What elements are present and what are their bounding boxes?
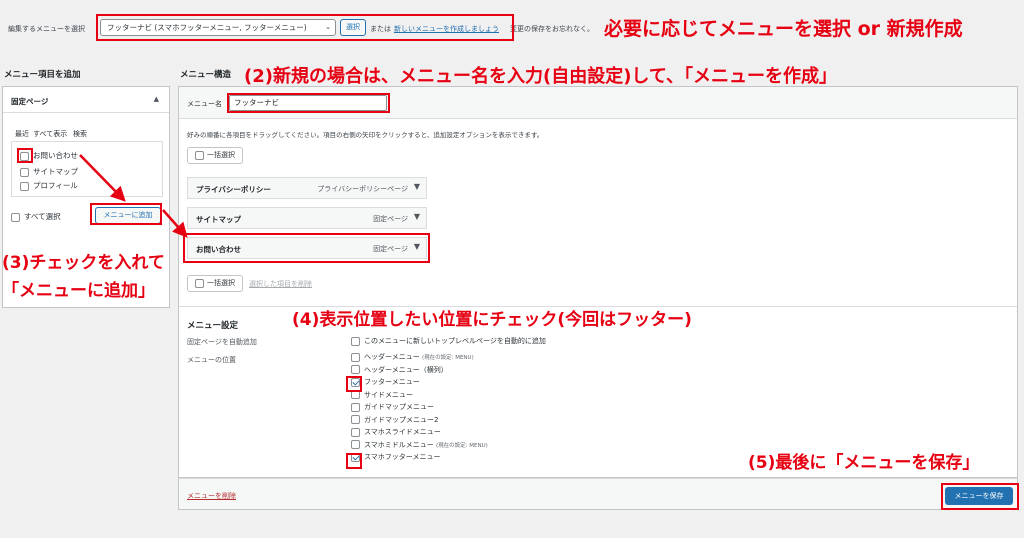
select-menu-label: 編集するメニューを選択 <box>8 25 85 33</box>
checkbox[interactable] <box>20 167 29 177</box>
annotation-step4: (4)表示位置したい位置にチェック(今回はフッター) <box>292 310 692 330</box>
checkbox[interactable] <box>11 212 20 222</box>
tab-search[interactable]: 検索 <box>73 129 87 139</box>
checkbox <box>195 278 204 288</box>
select-all-option[interactable]: すべて選択 <box>11 211 61 222</box>
menu-location-label: メニューの位置 <box>187 356 236 364</box>
add-menu-items-heading: メニュー項目を追加 <box>4 70 81 80</box>
location-header-menu-row[interactable]: ヘッダーメニュー（横列） <box>351 365 448 375</box>
menu-item-title: サイトマップ <box>196 215 241 224</box>
menu-name-label: メニュー名 <box>187 100 222 108</box>
pages-section-title: 固定ページ <box>11 97 49 106</box>
location-phone-middle-menu[interactable]: スマホミドルメニュー (現在の設定: MENU) <box>351 440 488 450</box>
save-reminder-text: 変更の保存をお忘れなく。 <box>510 25 594 33</box>
drag-instructions: 好みの順番に各項目をドラッグしてください。項目の右側の矢印をクリックすると、追加… <box>187 131 544 139</box>
page-option-profile[interactable]: プロフィール <box>20 180 78 191</box>
location-phone-slide-menu[interactable]: スマホスライドメニュー <box>351 427 441 437</box>
checkbox[interactable] <box>351 415 360 424</box>
checkbox[interactable] <box>351 352 360 362</box>
annotation-step5: (5)最後に「メニューを保存」 <box>748 453 980 473</box>
checkbox[interactable] <box>351 336 360 346</box>
annotation-step3-line1: (3)チェックを入れて <box>2 253 165 273</box>
location-guide-map-menu-2[interactable]: ガイドマップメニュー2 <box>351 415 438 425</box>
tab-recent[interactable]: 最近 <box>15 129 29 139</box>
menu-item-type: プライバシーポリシーページ <box>317 185 408 193</box>
menu-item-privacy[interactable]: プライバシーポリシー プライバシーポリシーページ ▼ <box>187 177 427 199</box>
annotation-step1: 必要に応じてメニューを選択 or 新規作成 <box>604 18 963 40</box>
checkbox[interactable] <box>20 181 29 191</box>
annotation-box-save-button <box>941 483 1019 510</box>
annotation-box-phone-footer-checkbox <box>346 453 362 469</box>
page-option-sitemap[interactable]: サイトマップ <box>20 166 78 177</box>
menu-structure-panel: メニュー名 フッターナビ 好みの順番に各項目をドラッグしてください。項目の右側の… <box>178 86 1018 308</box>
location-list: ヘッダーメニュー (現在の設定: MENU) ヘッダーメニュー（横列） フッター… <box>351 352 651 472</box>
annotation-box-contact-checkbox <box>17 148 33 163</box>
menu-item-type: 固定ページ <box>373 215 408 223</box>
auto-add-label: 固定ページを自動追加 <box>187 338 257 346</box>
menu-settings-heading: メニュー設定 <box>187 321 239 331</box>
menu-item-title: プライバシーポリシー <box>196 185 271 194</box>
checkbox[interactable] <box>351 427 360 437</box>
expand-arrow-icon[interactable]: ▼ <box>414 212 420 221</box>
annotation-box-contact-item <box>183 233 430 263</box>
bulk-select-button-bottom[interactable]: 一括選択 <box>187 275 243 292</box>
annotation-step2: (2)新規の場合は、メニュー名を入力(自由設定)して、「メニューを作成」 <box>244 66 837 87</box>
annotation-box-menu-select <box>96 14 514 41</box>
menu-item-sitemap[interactable]: サイトマップ 固定ページ ▼ <box>187 207 427 229</box>
bulk-select-button[interactable]: 一括選択 <box>187 147 243 164</box>
checkbox[interactable] <box>351 402 360 412</box>
tab-view-all[interactable]: すべて表示 <box>33 129 67 139</box>
annotation-box-menu-name <box>227 93 390 113</box>
location-header-menu[interactable]: ヘッダーメニュー (現在の設定: MENU) <box>351 352 474 362</box>
checkbox[interactable] <box>351 365 360 374</box>
annotation-box-add-button <box>90 203 162 225</box>
annotation-step3-line2: 「メニューに追加」 <box>2 281 155 301</box>
checkbox[interactable] <box>351 440 360 449</box>
checkbox <box>195 150 204 160</box>
location-guide-map-menu[interactable]: ガイドマップメニュー <box>351 402 434 412</box>
pages-panel: 固定ページ ▲ 最近 すべて表示 検索 お問い合わせ サイトマップ プロフィール… <box>2 86 170 308</box>
collapse-arrow-icon[interactable]: ▲ <box>154 95 159 103</box>
menu-structure-heading: メニュー構造 <box>180 70 232 80</box>
expand-arrow-icon[interactable]: ▼ <box>414 182 420 191</box>
pages-list-box: お問い合わせ サイトマップ プロフィール <box>11 141 163 197</box>
remove-selected-link[interactable]: 選択した項目を削除 <box>249 279 312 289</box>
menu-footer-bar: メニューを削除 メニューを保存 <box>178 478 1018 510</box>
delete-menu-link[interactable]: メニューを削除 <box>187 491 236 501</box>
auto-add-option[interactable]: このメニューに新しいトップレベルページを自動的に追加 <box>351 336 546 346</box>
location-phone-footer-menu[interactable]: スマホフッターメニュー <box>351 452 441 462</box>
pages-panel-header[interactable]: 固定ページ ▲ <box>3 87 169 113</box>
annotation-box-footer-menu-checkbox <box>346 376 362 392</box>
